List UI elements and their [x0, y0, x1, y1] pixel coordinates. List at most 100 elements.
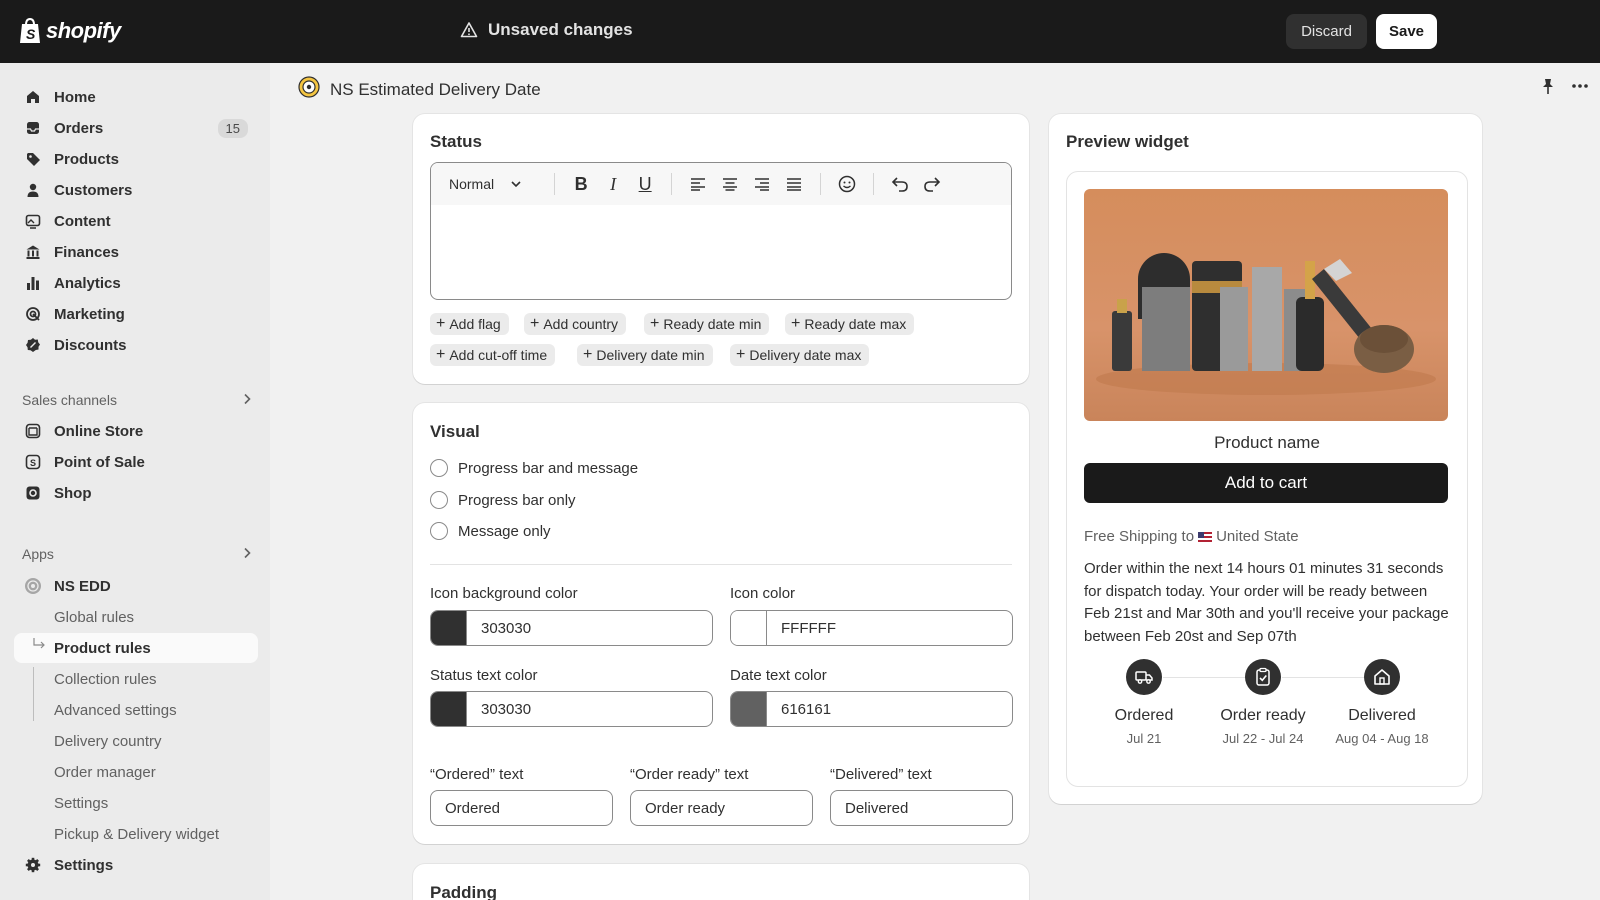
- icon-color-field[interactable]: [730, 610, 1013, 646]
- sidebar-item-label: Products: [54, 150, 120, 168]
- radio-button[interactable]: [430, 491, 448, 509]
- add-country-chip[interactable]: + Add country: [524, 313, 627, 335]
- align-right-icon[interactable]: [746, 177, 778, 191]
- page-title: NS Estimated Delivery Date: [330, 79, 541, 99]
- unsaved-label: Unsaved changes: [488, 20, 633, 39]
- color-swatch[interactable]: [431, 611, 467, 645]
- align-left-icon[interactable]: [682, 177, 714, 191]
- discard-button[interactable]: Discard: [1286, 14, 1367, 49]
- sidebar-subitem-advanced-settings[interactable]: Advanced settings: [40, 695, 258, 725]
- sidebar-item-label: Shop: [54, 484, 92, 502]
- sales-channels-header[interactable]: Sales channels: [22, 392, 252, 408]
- icon-color-input[interactable]: [767, 611, 1012, 645]
- align-center-icon[interactable]: [714, 177, 746, 191]
- add-cutoff-time-chip[interactable]: + Add cut-off time: [430, 344, 556, 366]
- ready-date-min-chip[interactable]: + Ready date min: [644, 313, 770, 335]
- emoji-icon[interactable]: [831, 175, 863, 193]
- sidebar-subitem-collection-rules[interactable]: Collection rules: [40, 664, 258, 694]
- date-text-color-input[interactable]: [767, 692, 1012, 726]
- sidebar-item-label: Customers: [54, 181, 133, 199]
- radio-progress-bar-only[interactable]: Progress bar only: [430, 491, 576, 509]
- color-swatch[interactable]: [431, 692, 467, 726]
- app-badge-icon: [298, 76, 320, 103]
- step-order-ready: Order ready Jul 22 - Jul 24: [1208, 659, 1318, 746]
- section-divider: [430, 564, 1012, 565]
- preview-widget-title: Preview widget: [1066, 132, 1189, 151]
- status-text-color-input[interactable]: [467, 692, 712, 726]
- format-select-value: Normal: [449, 176, 495, 192]
- shopify-logo[interactable]: S shopify: [18, 17, 121, 45]
- plus-icon: +: [436, 315, 446, 332]
- radio-progress-bar-and-message[interactable]: Progress bar and message: [430, 459, 638, 477]
- sidebar-item-customers[interactable]: Customers: [14, 175, 258, 205]
- sidebar-item-home[interactable]: Home: [14, 82, 258, 112]
- bold-icon[interactable]: B: [565, 174, 597, 195]
- underline-icon[interactable]: U: [629, 174, 661, 195]
- sidebar-item-label: Point of Sale: [54, 453, 145, 471]
- sidebar-item-point-of-sale[interactable]: S Point of Sale: [14, 447, 258, 477]
- sidebar-item-label: Home: [54, 88, 96, 106]
- sidebar-item-analytics[interactable]: Analytics: [14, 268, 258, 298]
- sidebar-item-label: Discounts: [54, 336, 127, 354]
- truck-icon: [1126, 659, 1162, 695]
- date-text-color-field[interactable]: [730, 691, 1013, 727]
- add-to-cart-button[interactable]: Add to cart: [1084, 463, 1448, 503]
- pin-icon[interactable]: [1540, 78, 1556, 100]
- color-swatch[interactable]: [731, 611, 767, 645]
- sidebar-item-settings[interactable]: Settings: [14, 850, 258, 880]
- order-ready-text-input[interactable]: [630, 790, 813, 826]
- ready-date-max-chip[interactable]: + Ready date max: [785, 313, 915, 335]
- step-date: Jul 21: [1126, 731, 1162, 746]
- target-icon: [24, 305, 42, 323]
- sidebar-subitem-pickup-delivery-widget[interactable]: Pickup & Delivery widget: [40, 819, 258, 849]
- sidebar-item-discounts[interactable]: Discounts: [14, 330, 258, 360]
- sidebar-item-finances[interactable]: Finances: [14, 237, 258, 267]
- sidebar-item-marketing[interactable]: Marketing: [14, 299, 258, 329]
- icon-bg-color-label: Icon background color: [430, 585, 578, 602]
- icon-bg-color-field[interactable]: [430, 610, 713, 646]
- sidebar-subitem-delivery-country[interactable]: Delivery country: [40, 726, 258, 756]
- sidebar-subitem-settings[interactable]: Settings: [40, 788, 258, 818]
- chip-label: Add flag: [449, 316, 501, 332]
- more-options-icon[interactable]: [1570, 78, 1590, 99]
- sidebar-item-orders[interactable]: Orders 15: [14, 113, 258, 143]
- radio-label: Progress bar and message: [458, 459, 639, 477]
- redo-icon[interactable]: [916, 176, 948, 192]
- toolbar-divider: [671, 173, 673, 195]
- sidebar-item-online-store[interactable]: Online Store: [14, 416, 258, 446]
- order-ready-text-label: “Order ready” text: [630, 766, 749, 783]
- sidebar-item-label: NS EDD: [54, 577, 111, 595]
- image-icon: [24, 212, 42, 230]
- status-text-color-field[interactable]: [430, 691, 713, 727]
- home-icon: [24, 88, 42, 106]
- sidebar-subitem-order-manager[interactable]: Order manager: [40, 757, 258, 787]
- ordered-text-label: “Ordered” text: [430, 766, 524, 783]
- delivery-date-min-chip[interactable]: + Delivery date min: [577, 344, 713, 366]
- sidebar-item-shop[interactable]: Shop: [14, 478, 258, 508]
- undo-icon[interactable]: [884, 176, 916, 192]
- sidebar-item-content[interactable]: Content: [14, 206, 258, 236]
- sidebar-item-label: Analytics: [54, 274, 121, 292]
- color-swatch[interactable]: [731, 692, 767, 726]
- justify-icon[interactable]: [778, 177, 810, 191]
- delivery-date-max-chip[interactable]: + Delivery date max: [730, 344, 870, 366]
- icon-bg-color-input[interactable]: [467, 611, 712, 645]
- status-rich-text-editor[interactable]: Normal B I U: [430, 162, 1012, 300]
- format-select[interactable]: Normal: [449, 176, 522, 192]
- sidebar-subitem-global-rules[interactable]: Global rules: [40, 602, 258, 632]
- sidebar-item-products[interactable]: Products: [14, 144, 258, 174]
- delivered-text-input[interactable]: [830, 790, 1013, 826]
- ordered-text-input[interactable]: [430, 790, 613, 826]
- radio-message-only[interactable]: Message only: [430, 522, 551, 540]
- add-flag-chip[interactable]: + Add flag: [430, 313, 509, 335]
- italic-icon[interactable]: I: [597, 174, 629, 195]
- save-button[interactable]: Save: [1376, 14, 1437, 49]
- unsaved-changes-indicator: Unsaved changes: [460, 20, 633, 40]
- apps-header[interactable]: Apps: [22, 546, 252, 562]
- sidebar-subitem-product-rules[interactable]: Product rules: [14, 633, 258, 663]
- house-icon: [1364, 659, 1400, 695]
- sidebar-item-ns-edd[interactable]: NS EDD: [14, 571, 258, 601]
- radio-button[interactable]: [430, 522, 448, 540]
- status-card: Status Normal B I U + Add flag + Add count…: [413, 114, 1029, 384]
- radio-button[interactable]: [430, 459, 448, 477]
